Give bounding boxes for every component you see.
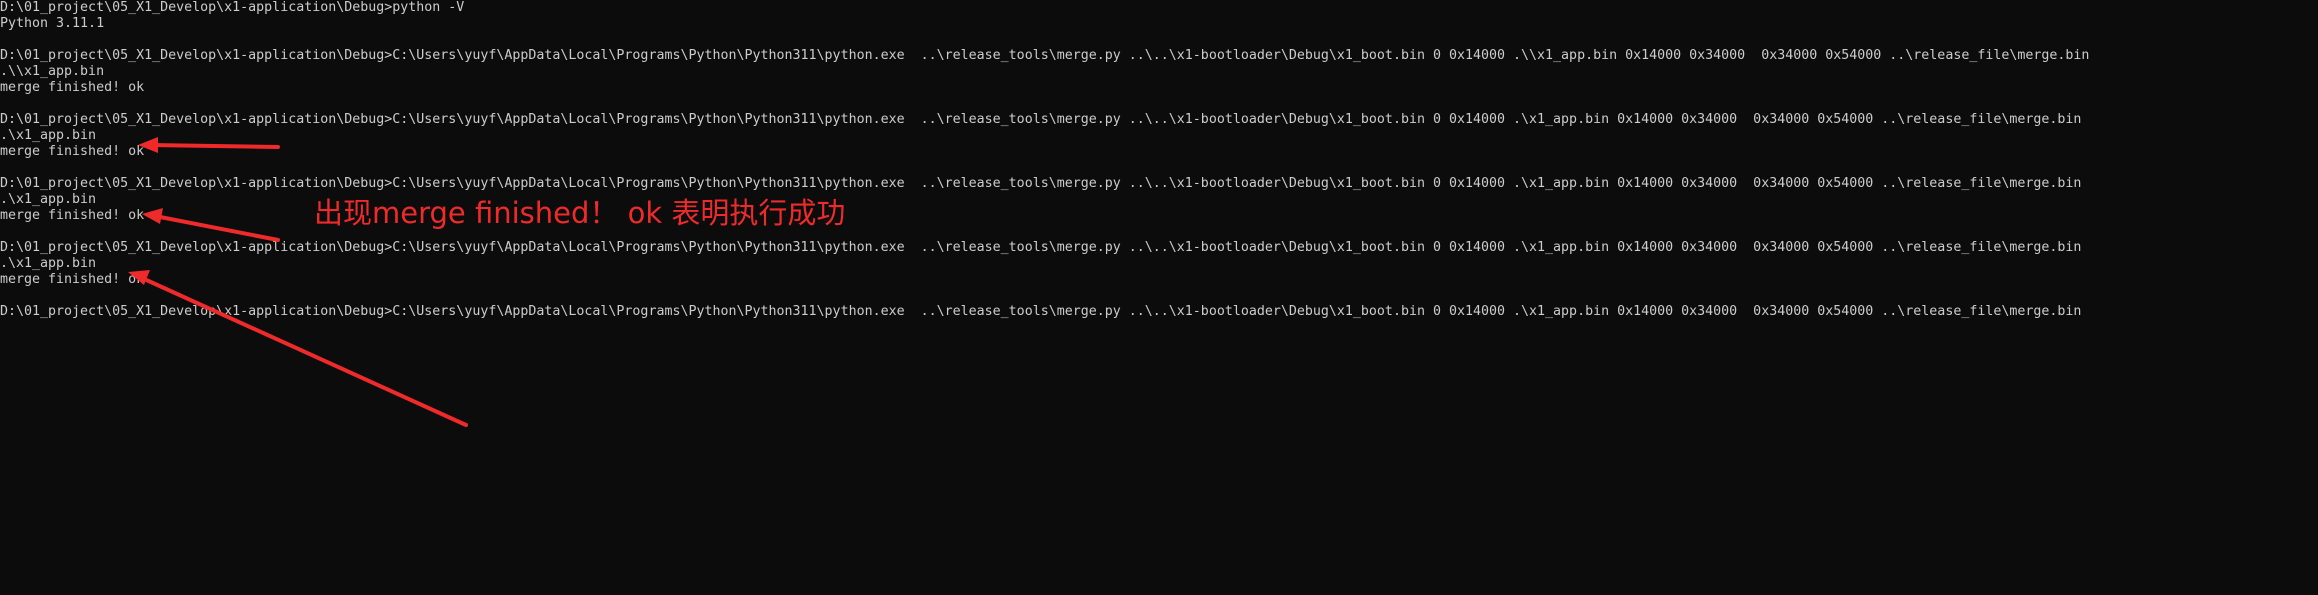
- console-line: .\x1_app.bin: [0, 192, 97, 207]
- annotation-arrows: [128, 137, 468, 427]
- console-line: Python 3.11.1: [0, 16, 105, 31]
- console-line: D:\01_project\05_X1_Develop\x1-applicati…: [0, 304, 2082, 319]
- console-line: .\\x1_app.bin: [0, 64, 105, 79]
- console-line: merge finished! ok: [0, 208, 145, 223]
- console-line: D:\01_project\05_X1_Develop\x1-applicati…: [0, 0, 465, 15]
- console-line: merge finished! ok: [0, 272, 145, 287]
- console-line: .\x1_app.bin: [0, 128, 97, 143]
- console-line: .\x1_app.bin: [0, 256, 97, 271]
- arrow-1-shaft: [148, 143, 280, 149]
- console-line: D:\01_project\05_X1_Develop\x1-applicati…: [0, 240, 2082, 255]
- arrow-3-shaft: [140, 276, 468, 427]
- console-line: D:\01_project\05_X1_Develop\x1-applicati…: [0, 112, 2082, 127]
- console-line: D:\01_project\05_X1_Develop\x1-applicati…: [0, 176, 2082, 191]
- annotation-note: 出现merge finished！ ok 表明执行成功: [314, 196, 846, 230]
- arrow-2-shaft: [153, 214, 280, 242]
- console-line: D:\01_project\05_X1_Develop\x1-applicati…: [0, 48, 2090, 63]
- console-line: merge finished! ok: [0, 80, 145, 95]
- console-line: merge finished! ok: [0, 144, 145, 159]
- console-window[interactable]: D:\01_project\05_X1_Develop\x1-applicati…: [0, 0, 2318, 595]
- arrow-2-head: [142, 208, 163, 224]
